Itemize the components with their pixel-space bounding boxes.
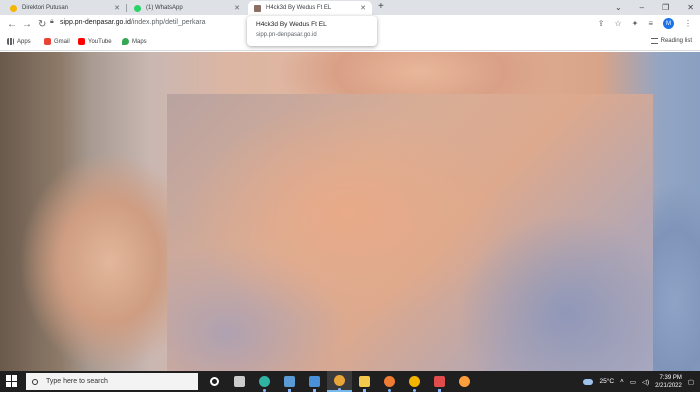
weather-icon[interactable] [583, 378, 594, 385]
taskbar-app-chrome-canary[interactable] [402, 371, 427, 392]
pinned-apps [202, 371, 477, 392]
taskbar-app-chrome[interactable] [327, 371, 352, 392]
mail-icon [309, 376, 320, 387]
close-tab-icon[interactable]: ✕ [360, 4, 366, 12]
taskbar-app-mail[interactable] [302, 371, 327, 392]
url-path: /index.php/detil_perkara [130, 19, 206, 26]
close-tab-icon[interactable]: ✕ [114, 4, 120, 12]
tab-strip: Direktori Putusan ✕ (1) WhatsApp ✕ H4ck3… [0, 0, 700, 15]
menu-icon[interactable]: ⋮ [684, 19, 692, 28]
tab-label: (1) WhatsApp [146, 5, 183, 11]
youtube-icon [78, 38, 85, 45]
tab-hover-card: H4ck3d By Wedus Ft EL sipp.pn-denpasar.g… [247, 16, 377, 46]
direktori-favicon-icon [10, 4, 17, 12]
task-view-icon [234, 376, 245, 387]
taskbar-app-store[interactable] [277, 371, 302, 392]
apps-grid-icon [7, 38, 14, 45]
bookmark-gmail[interactable]: Gmail [44, 38, 70, 45]
maps-icon [122, 38, 129, 45]
chrome-canary-icon [409, 376, 420, 387]
reload-icon[interactable]: ↻ [38, 19, 46, 31]
back-icon[interactable]: ← [7, 19, 17, 31]
tab-h4ck3d[interactable]: H4ck3d By Wedus Ft EL ✕ [248, 1, 372, 15]
blurred-region [167, 94, 653, 371]
vivaldi-icon [434, 376, 445, 387]
profile-avatar[interactable]: M [663, 18, 674, 29]
tab-search-icon[interactable]: ⌄ [615, 3, 622, 12]
file-explorer-icon [359, 376, 370, 387]
tab-label: Direktori Putusan [22, 5, 69, 11]
tab-label: H4ck3d By Wedus Ft EL [266, 5, 332, 11]
clock[interactable]: 7:39 PM 2/21/2022 [655, 374, 682, 390]
settings-gear-icon [459, 376, 470, 387]
clock-time: 7:39 PM [659, 374, 682, 381]
lock-icon[interactable]: 🔒︎ [50, 18, 54, 26]
bookmark-maps[interactable]: Maps [122, 38, 147, 45]
taskbar-app-cortana[interactable] [202, 371, 227, 392]
taskbar-app-edge[interactable] [252, 371, 277, 392]
system-tray: 25°C ˄ ▭ ◁) 7:39 PM 2/21/2022 ▢ [583, 371, 694, 392]
gmail-icon [44, 38, 51, 45]
bookmark-youtube[interactable]: YouTube [78, 38, 112, 45]
weather-temp[interactable]: 25°C [599, 378, 614, 385]
edge-icon [259, 376, 270, 387]
chevron-up-icon[interactable]: ˄ [620, 378, 624, 385]
screen: Direktori Putusan ✕ (1) WhatsApp ✕ H4ck3… [0, 0, 700, 412]
media-icon[interactable]: ≡ [648, 19, 653, 28]
reading-list-icon [650, 38, 658, 44]
tab-direktori-putusan[interactable]: Direktori Putusan ✕ [4, 1, 127, 15]
bookmark-apps[interactable]: Apps [7, 38, 31, 45]
tab-whatsapp[interactable]: (1) WhatsApp ✕ [128, 1, 246, 15]
new-tab-button[interactable]: + [378, 1, 384, 12]
speaker-icon[interactable]: ◁) [642, 378, 649, 386]
hover-card-title: H4ck3d By Wedus Ft EL [256, 21, 327, 28]
share-icon[interactable]: ⇪ [598, 19, 605, 28]
address-bar[interactable]: sipp.pn-denpasar.go.id/index.php/detil_p… [60, 19, 206, 26]
search-icon [32, 378, 38, 385]
url-host: sipp.pn-denpasar.go.id [60, 19, 131, 26]
taskbar-search-input[interactable]: Type here to search [26, 373, 198, 390]
minimize-icon[interactable]: – [640, 3, 644, 12]
taskbar-app-vivaldi[interactable] [427, 371, 452, 392]
windows-start-icon[interactable] [6, 375, 18, 387]
hover-card-url: sipp.pn-denpasar.go.id [256, 32, 317, 38]
close-tab-icon[interactable]: ✕ [234, 4, 240, 12]
reading-list-button[interactable]: Reading list [650, 38, 692, 44]
chrome-icon [334, 375, 345, 386]
window-controls: ⌄ – ❐ ✕ [615, 0, 694, 15]
taskbar-app-file-explorer[interactable] [352, 371, 377, 392]
close-window-icon[interactable]: ✕ [687, 3, 694, 12]
taskbar-app-settings-gear[interactable] [452, 371, 477, 392]
extensions-icon[interactable]: ✦ [632, 19, 639, 28]
firefox-icon [384, 376, 395, 387]
clock-date: 2/21/2022 [655, 382, 682, 389]
forward-icon[interactable]: → [22, 19, 32, 31]
restore-icon[interactable]: ❐ [662, 3, 669, 12]
taskbar-app-task-view[interactable] [227, 371, 252, 392]
whatsapp-favicon-icon [134, 4, 141, 12]
network-icon[interactable]: ▭ [630, 378, 636, 386]
windows-taskbar: Type here to search 25°C ˄ ▭ ◁) 7:39 PM … [0, 371, 700, 392]
store-icon [284, 376, 295, 387]
taskbar-app-firefox[interactable] [377, 371, 402, 392]
cortana-icon [210, 377, 219, 386]
notifications-icon[interactable]: ▢ [688, 378, 694, 386]
h4ck3d-favicon-icon [254, 4, 261, 12]
bottom-strip [0, 392, 700, 412]
toolbar-actions: ⇪ ☆ ✦ ≡ M ⋮ [598, 18, 692, 29]
bookmark-star-icon[interactable]: ☆ [614, 19, 621, 28]
